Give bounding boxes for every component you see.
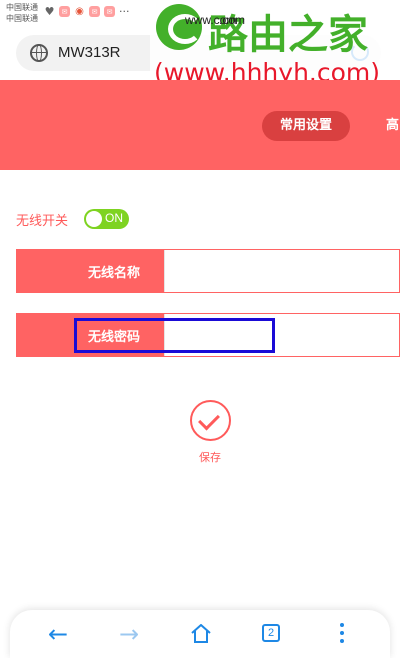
globe-icon	[30, 44, 48, 62]
wireless-password-input[interactable]: .com	[219, 13, 245, 27]
tab-common-settings[interactable]: 常用设置	[262, 111, 350, 141]
save-label[interactable]: 保存	[199, 449, 221, 465]
browser-bottom-nav: ← → 2	[10, 610, 390, 658]
highlight-box	[74, 318, 275, 353]
app-icon: ✉	[89, 6, 100, 17]
router-header: 常用设置 高	[0, 80, 400, 170]
wireless-switch-toggle[interactable]: ON	[84, 209, 129, 229]
forward-arrow-icon[interactable]: →	[114, 620, 144, 648]
more-notifications-icon: ···	[119, 5, 130, 18]
home-icon[interactable]	[190, 624, 212, 644]
app-icon: ✉	[104, 6, 115, 17]
carrier-label: 中国联通	[6, 3, 38, 12]
watermark-title: 路由之家	[208, 12, 368, 58]
back-arrow-icon[interactable]: ←	[43, 620, 73, 648]
tabs-count-button[interactable]: 2	[262, 624, 280, 642]
address-text[interactable]: MW313R	[58, 44, 121, 61]
heart-icon: ♥	[44, 5, 55, 18]
notification-icons: ♥ ✉ ◉ ✉ ✉ ···	[44, 5, 130, 18]
more-vertical-icon[interactable]	[340, 623, 344, 645]
wireless-switch-label: 无线开关	[16, 214, 69, 229]
weibo-icon: ◉	[75, 6, 84, 17]
wireless-name-row: 无线名称	[16, 249, 400, 293]
wireless-name-field-box[interactable]	[164, 250, 165, 292]
toggle-state: ON	[105, 211, 123, 225]
tab-advanced-settings[interactable]: 高	[386, 111, 399, 141]
app-icon: ✉	[59, 6, 70, 17]
carrier-label: 中国联通	[6, 14, 38, 23]
toggle-knob	[86, 211, 102, 227]
save-button[interactable]	[190, 400, 231, 441]
wireless-name-label-box: 无线名称	[17, 250, 164, 292]
wireless-name-label: 无线名称	[87, 266, 140, 281]
watermark-logo-icon	[156, 4, 202, 50]
